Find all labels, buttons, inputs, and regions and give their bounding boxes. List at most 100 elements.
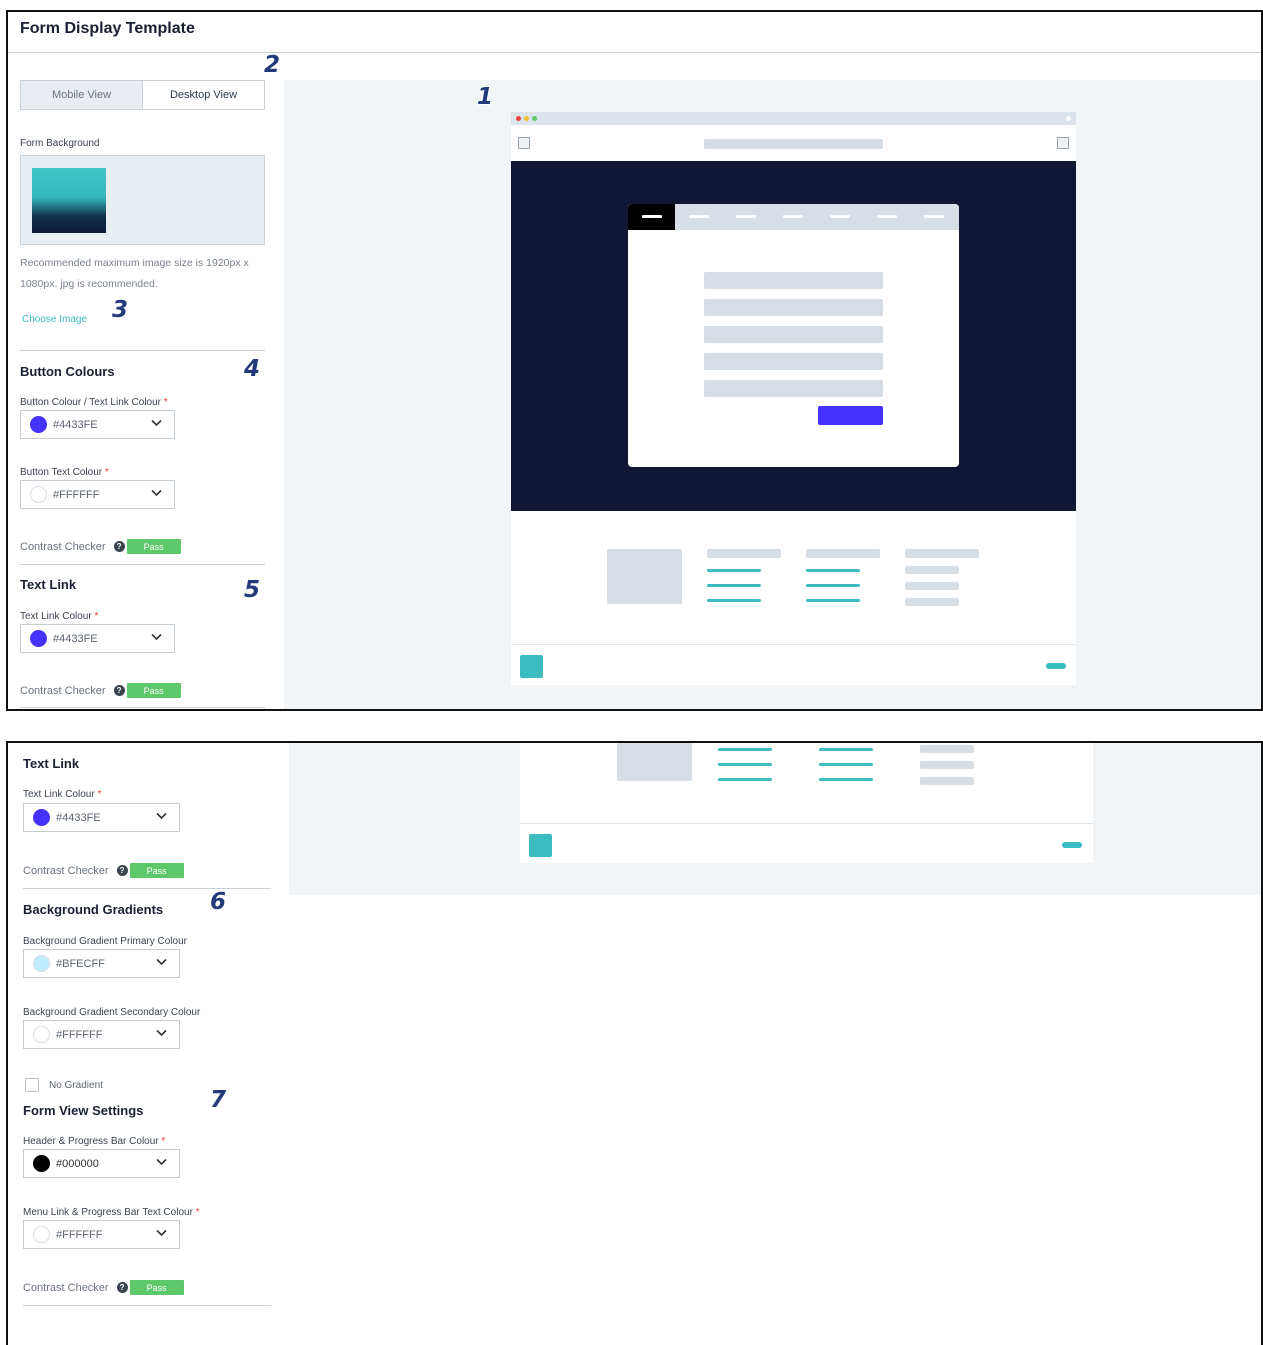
form-view-settings-title: Form View Settings	[23, 1103, 144, 1118]
footer-heading-placeholder	[905, 549, 979, 558]
footer-pill-placeholder	[1046, 663, 1066, 669]
menu-link-colour-value: #FFFFFF	[56, 1228, 103, 1241]
chevron-down-icon	[156, 1029, 167, 1037]
question-circle-icon[interactable]: ?	[116, 865, 128, 876]
gradient-secondary-swatch	[33, 1026, 50, 1043]
contrast-checker-buttons: Contrast Checker ? Pass	[20, 539, 181, 554]
image-size-help: Recommended maximum image size is 1920px…	[20, 257, 249, 290]
footer-item-placeholder	[920, 777, 974, 785]
menu-link-colour-swatch	[33, 1226, 50, 1243]
button-text-colour-label: Button Text Colour *	[20, 467, 109, 478]
button-colours-title: Button Colours	[20, 364, 115, 379]
header-progress-colour-select[interactable]: #000000	[23, 1149, 180, 1178]
form-background-label: Form Background	[20, 138, 100, 149]
required-marker: *	[161, 1136, 166, 1147]
required-marker: *	[97, 789, 102, 800]
footer-link-line	[806, 584, 860, 587]
tab-mobile-view[interactable]: Mobile View	[21, 81, 142, 109]
footer-item-placeholder	[920, 745, 974, 753]
footer-image-placeholder	[607, 549, 682, 604]
footer-logo-placeholder	[520, 655, 543, 678]
contrast-checker-form-view: Contrast Checker ? Pass	[23, 1280, 184, 1295]
button-text-colour-label-text: Button Text Colour	[20, 467, 103, 478]
gradient-secondary-select[interactable]: #FFFFFF	[23, 1020, 180, 1049]
menu-link-colour-select[interactable]: #FFFFFF	[23, 1220, 180, 1249]
contrast-checker-text-link: Contrast Checker ? Pass	[20, 683, 181, 698]
footer-link-line	[819, 778, 873, 781]
section-divider	[23, 888, 271, 889]
form-field-placeholder	[704, 380, 883, 397]
preview-form-card	[628, 204, 959, 467]
desktop-preview-area-scrolled	[289, 743, 1261, 895]
header-progress-colour-label: Header & Progress Bar Colour *	[23, 1136, 165, 1147]
chevron-down-icon	[156, 958, 167, 966]
footer-divider	[511, 644, 1076, 645]
pass-badge: Pass	[129, 863, 184, 878]
step-dash	[924, 215, 944, 218]
bottom-screenshot-panel: Text Link Text Link Colour * #4433FE Con…	[6, 741, 1263, 1345]
browser-bar	[511, 112, 1076, 125]
form-field-placeholder	[704, 353, 883, 370]
question-circle-icon[interactable]: ?	[116, 1282, 128, 1293]
text-link-colour-swatch	[30, 630, 47, 647]
callout-badge-1: 1	[477, 84, 494, 110]
pass-badge: Pass	[129, 1280, 184, 1295]
footer-link-line	[707, 599, 761, 602]
footer-link-line	[718, 763, 772, 766]
question-circle-icon[interactable]: ?	[113, 685, 125, 696]
required-marker: *	[163, 397, 168, 408]
footer-link-line	[806, 569, 860, 572]
gradient-primary-select[interactable]: #BFECFF	[23, 949, 180, 978]
text-link-colour-value: #4433FE	[53, 632, 98, 645]
menu-link-colour-label-text: Menu Link & Progress Bar Text Colour	[23, 1207, 193, 1218]
browser-mockup	[511, 112, 1076, 685]
window-dot-white	[1066, 116, 1071, 121]
callout-badge-6: 6	[210, 889, 227, 915]
preview-hero	[511, 161, 1076, 511]
gradient-secondary-value: #FFFFFF	[56, 1028, 103, 1041]
button-text-colour-select[interactable]: #FFFFFF	[20, 480, 175, 509]
required-marker: *	[94, 611, 99, 622]
chevron-down-icon	[151, 419, 162, 427]
footer-link-line	[707, 569, 761, 572]
footer-heading-placeholder	[806, 549, 880, 558]
broken-image-icon	[1057, 137, 1069, 149]
footer-item-placeholder	[920, 761, 974, 769]
gradient-primary-label: Background Gradient Primary Colour	[23, 936, 187, 947]
no-gradient-label: No Gradient	[49, 1080, 103, 1091]
button-text-colour-value: #FFFFFF	[53, 488, 100, 501]
form-field-placeholder	[704, 299, 883, 316]
form-background-dropzone[interactable]	[20, 155, 265, 245]
button-colour-label: Button Colour / Text Link Colour *	[20, 397, 168, 408]
footer-heading-placeholder	[707, 549, 781, 558]
step-dash	[783, 215, 803, 218]
text-link-colour-label-text: Text Link Colour	[23, 789, 95, 800]
form-background-thumbnail	[32, 168, 106, 233]
step-dash	[830, 215, 850, 218]
broken-image-icon	[518, 137, 530, 149]
footer-link-line	[718, 778, 772, 781]
tab-desktop-view[interactable]: Desktop View	[142, 81, 264, 109]
gradient-secondary-label: Background Gradient Secondary Colour	[23, 1007, 201, 1018]
callout-badge-7: 7	[210, 1087, 227, 1113]
window-dot-yellow	[524, 116, 529, 121]
step-dash	[736, 215, 756, 218]
section-divider	[20, 564, 265, 565]
header-progress-colour-swatch	[33, 1155, 50, 1172]
required-marker: *	[195, 1207, 200, 1218]
footer-link-line	[806, 599, 860, 602]
required-marker: *	[104, 467, 109, 478]
question-circle-icon[interactable]: ?	[113, 541, 125, 552]
text-link-colour-select[interactable]: #4433FE	[23, 803, 180, 832]
footer-item-placeholder	[905, 582, 959, 590]
choose-image-link[interactable]: Choose Image	[22, 314, 87, 325]
button-colour-select[interactable]: #4433FE	[20, 410, 175, 439]
text-link-colour-value: #4433FE	[56, 811, 101, 824]
no-gradient-checkbox[interactable]	[25, 1078, 39, 1092]
text-link-title: Text Link	[23, 756, 80, 771]
chevron-down-icon	[156, 1158, 167, 1166]
window-dot-green	[532, 116, 537, 121]
text-link-colour-select[interactable]: #4433FE	[20, 624, 175, 653]
contrast-checker-text-link: Contrast Checker ? Pass	[23, 863, 184, 878]
contrast-checker-label: Contrast Checker	[23, 1281, 109, 1294]
